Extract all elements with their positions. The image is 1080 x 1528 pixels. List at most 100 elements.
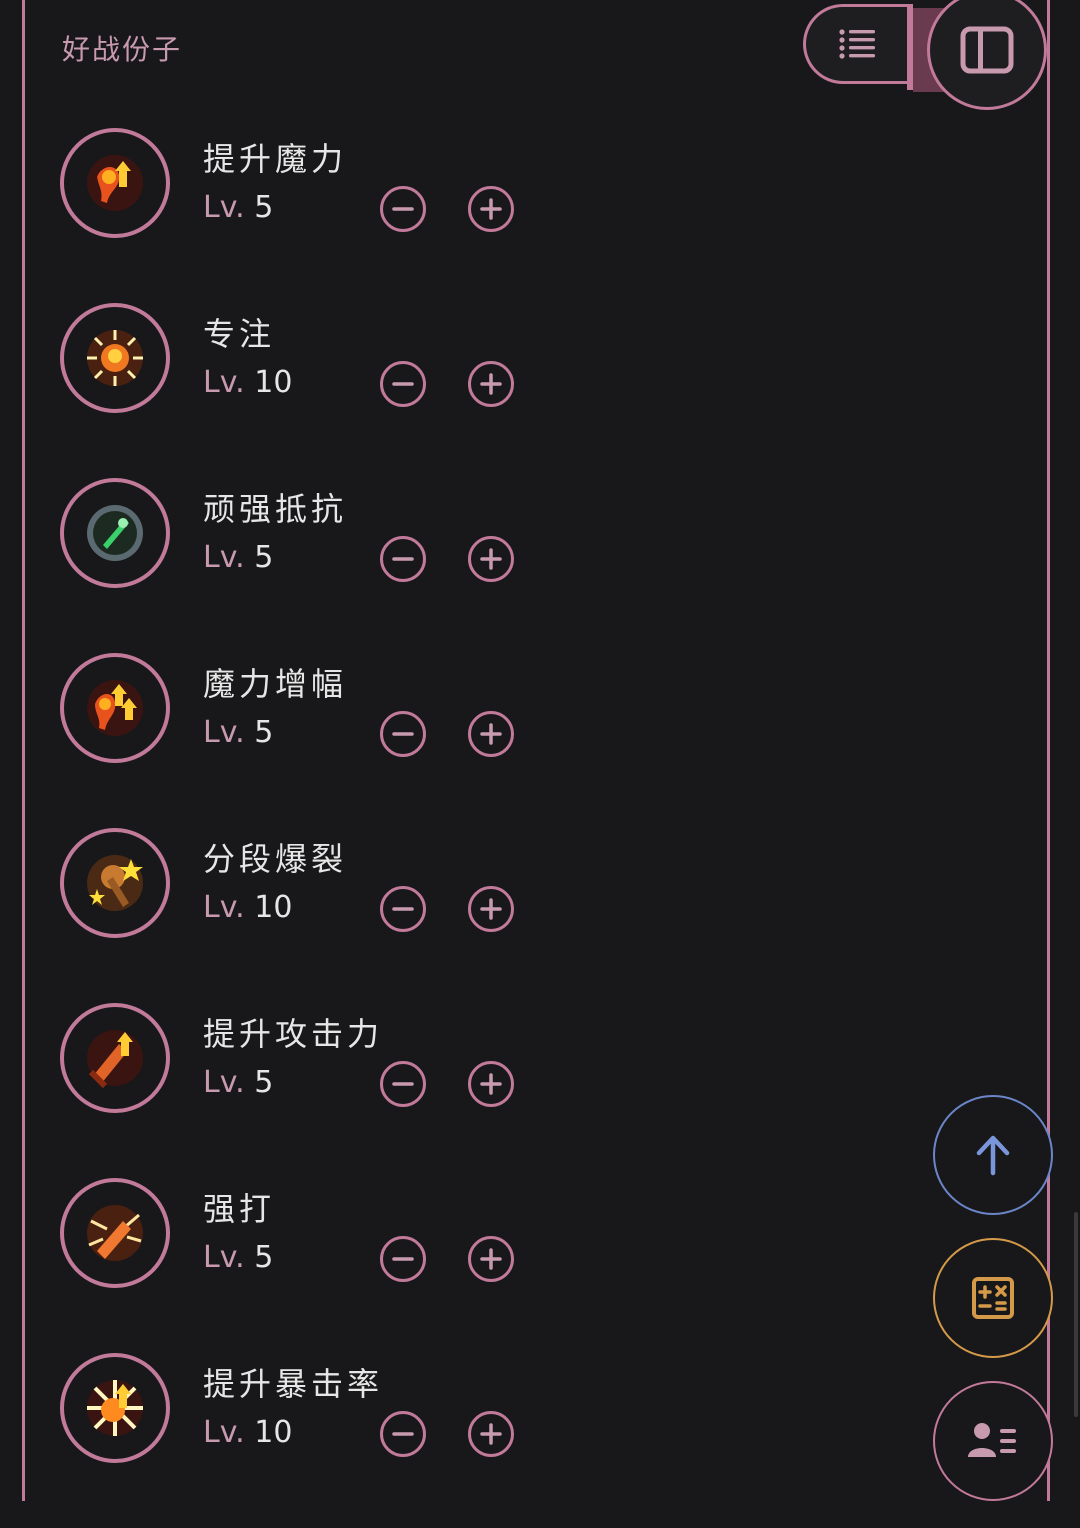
minus-icon: [392, 907, 414, 911]
decrease-level-button[interactable]: [380, 1411, 426, 1457]
increase-level-button[interactable]: [468, 536, 514, 582]
magic-up-icon: [87, 155, 143, 211]
skill-row: 提升魔力 Lv. 5: [0, 128, 1040, 303]
profile-list-icon: [968, 1423, 1016, 1457]
decrease-level-button[interactable]: [380, 1236, 426, 1282]
skill-name: 提升攻击力: [203, 1015, 384, 1053]
skill-name: 强打: [203, 1190, 276, 1228]
level-prefix: Lv.: [203, 540, 245, 575]
level-prefix: Lv.: [203, 1415, 245, 1450]
increase-level-button[interactable]: [468, 711, 514, 757]
level-value: 5: [254, 540, 274, 575]
level-prefix: Lv.: [203, 190, 245, 225]
decrease-level-button[interactable]: [380, 711, 426, 757]
burst-icon: [87, 855, 143, 911]
focus-icon: [87, 330, 143, 386]
minus-icon: [392, 557, 414, 561]
level-prefix: Lv.: [203, 715, 245, 750]
profile-button[interactable]: [933, 1381, 1053, 1501]
sidebar-panel-icon: [960, 26, 1014, 74]
skill-name: 提升暴击率: [203, 1365, 384, 1403]
calculator-icon: [972, 1277, 1014, 1319]
skill-level: Lv. 5: [203, 540, 273, 575]
skill-icon-button[interactable]: [60, 303, 170, 413]
increase-level-button[interactable]: [468, 361, 514, 407]
scrollbar-thumb[interactable]: [1074, 1212, 1078, 1417]
panel-view-button[interactable]: [927, 0, 1047, 110]
level-value: 10: [254, 890, 293, 925]
skill-name: 专注: [203, 315, 276, 353]
arrow-up-icon: [976, 1135, 1010, 1176]
minus-icon: [392, 1432, 414, 1436]
strike-icon: [87, 1205, 143, 1261]
decrease-level-button[interactable]: [380, 1061, 426, 1107]
list-view-button[interactable]: [803, 4, 909, 84]
plus-icon: [480, 898, 502, 920]
skill-level: Lv. 5: [203, 190, 273, 225]
increase-level-button[interactable]: [468, 186, 514, 232]
skill-icon-button[interactable]: [60, 828, 170, 938]
level-prefix: Lv.: [203, 1065, 245, 1100]
decrease-level-button[interactable]: [380, 186, 426, 232]
level-value: 5: [254, 190, 274, 225]
minus-icon: [392, 382, 414, 386]
level-value: 5: [254, 1240, 274, 1275]
increase-level-button[interactable]: [468, 886, 514, 932]
increase-level-button[interactable]: [468, 1411, 514, 1457]
skill-icon-button[interactable]: [60, 478, 170, 588]
skill-name: 魔力增幅: [203, 665, 348, 703]
level-value: 10: [254, 365, 293, 400]
skill-icon-button[interactable]: [60, 1003, 170, 1113]
plus-icon: [480, 1073, 502, 1095]
resist-icon: [87, 505, 143, 561]
skill-level: Lv. 10: [203, 890, 292, 925]
skill-icon-button[interactable]: [60, 128, 170, 238]
skill-row: 顽强抵抗 Lv. 5: [0, 478, 1040, 653]
level-prefix: Lv.: [203, 1240, 245, 1275]
calculator-button[interactable]: [933, 1238, 1053, 1358]
skill-row: 提升攻击力 Lv. 5: [0, 1003, 1040, 1178]
increase-level-button[interactable]: [468, 1236, 514, 1282]
minus-icon: [392, 732, 414, 736]
level-value: 5: [254, 1065, 274, 1100]
skill-name: 分段爆裂: [203, 840, 348, 878]
skill-level: Lv. 10: [203, 365, 292, 400]
skill-level: Lv. 5: [203, 1065, 273, 1100]
skill-row: 专注 Lv. 10: [0, 303, 1040, 478]
skill-name: 提升魔力: [203, 140, 348, 178]
decrease-level-button[interactable]: [380, 361, 426, 407]
level-prefix: Lv.: [203, 365, 245, 400]
plus-icon: [480, 723, 502, 745]
skill-icon-button[interactable]: [60, 1353, 170, 1463]
plus-icon: [480, 373, 502, 395]
crit-up-icon: [87, 1380, 143, 1436]
skill-name: 顽强抵抗: [203, 490, 348, 528]
minus-icon: [392, 1257, 414, 1261]
plus-icon: [480, 198, 502, 220]
section-title: 好战份子: [62, 33, 183, 66]
increase-level-button[interactable]: [468, 1061, 514, 1107]
plus-icon: [480, 548, 502, 570]
minus-icon: [392, 1082, 414, 1086]
decrease-level-button[interactable]: [380, 536, 426, 582]
level-prefix: Lv.: [203, 890, 245, 925]
skill-row: 提升暴击率 Lv. 10: [0, 1353, 1040, 1528]
attack-up-icon: [87, 1030, 143, 1089]
magic-amplify-icon: [87, 680, 143, 736]
skill-icon-button[interactable]: [60, 653, 170, 763]
skill-level: Lv. 5: [203, 715, 273, 750]
level-value: 10: [254, 1415, 293, 1450]
level-value: 5: [254, 715, 274, 750]
plus-icon: [480, 1423, 502, 1445]
list-icon: [838, 29, 875, 59]
scroll-top-button[interactable]: [933, 1095, 1053, 1215]
skill-row: 强打 Lv. 5: [0, 1178, 1040, 1353]
skill-level: Lv. 5: [203, 1240, 273, 1275]
decrease-level-button[interactable]: [380, 886, 426, 932]
skill-row: 分段爆裂 Lv. 10: [0, 828, 1040, 1003]
skill-row: 魔力增幅 Lv. 5: [0, 653, 1040, 828]
plus-icon: [480, 1248, 502, 1270]
skill-level: Lv. 10: [203, 1415, 292, 1450]
minus-icon: [392, 207, 414, 211]
skill-icon-button[interactable]: [60, 1178, 170, 1288]
